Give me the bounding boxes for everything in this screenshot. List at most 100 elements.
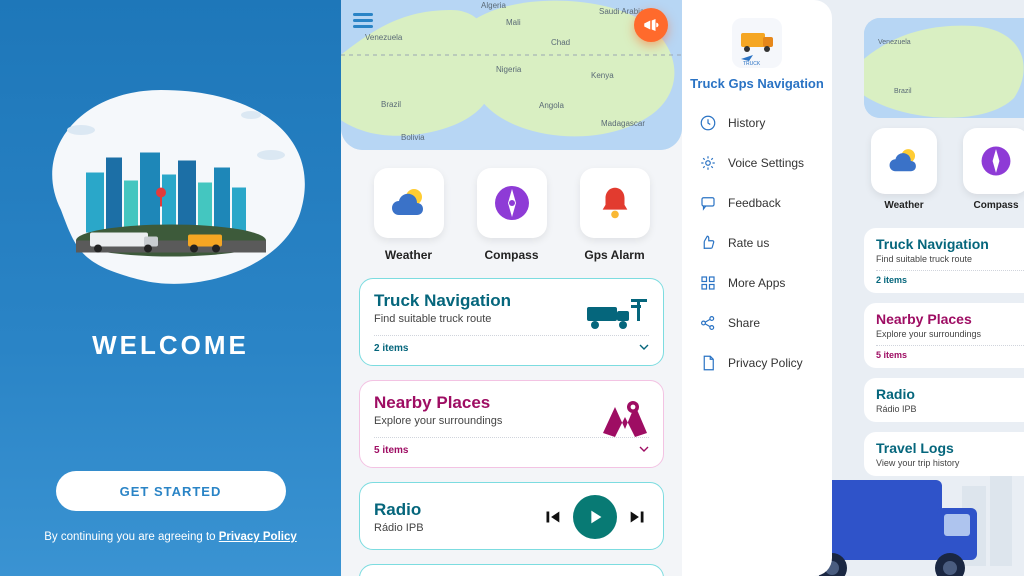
- app-logo: TRUCK: [732, 18, 782, 68]
- tile-label: Gps Alarm: [584, 248, 644, 262]
- drawer-item-rate-us[interactable]: Rate us: [682, 225, 832, 261]
- tile-label: Weather: [385, 248, 432, 262]
- feedback-icon: [698, 193, 718, 213]
- thumb-icon: [698, 233, 718, 253]
- notification-button[interactable]: [634, 8, 668, 42]
- clock-icon: [698, 113, 718, 133]
- drawer-item-privacy[interactable]: Privacy Policy: [682, 345, 832, 381]
- svg-text:Bolivia: Bolivia: [401, 133, 425, 142]
- svg-text:Venezuela: Venezuela: [878, 39, 911, 46]
- tile-compass[interactable]: Compass: [467, 168, 557, 262]
- drawer-label: Share: [728, 316, 760, 330]
- svg-text:TRUCK: TRUCK: [743, 61, 761, 65]
- svg-text:Brazil: Brazil: [381, 100, 401, 109]
- tile-label: Weather: [884, 200, 923, 211]
- tile-alarm[interactable]: Gps Alarm: [570, 168, 660, 262]
- svg-text:Brazil: Brazil: [894, 88, 912, 95]
- home-preview: Venezuela Brazil Weather Compass Truck Na…: [864, 18, 1024, 476]
- svg-text:Venezuela: Venezuela: [365, 33, 403, 42]
- tile-label: Compass: [973, 200, 1018, 211]
- card-truck-navigation[interactable]: Truck Navigation Find suitable truck rou…: [864, 228, 1024, 293]
- welcome-screen: WELCOME GET STARTED By continuing you ar…: [0, 0, 341, 576]
- megaphone-icon: [642, 16, 660, 34]
- doc-icon: [698, 353, 718, 373]
- card-subtitle: Rádio IPB: [374, 522, 531, 534]
- compass-icon: [963, 128, 1024, 194]
- app-name: Truck Gps Navigation: [690, 76, 824, 91]
- play-button[interactable]: [573, 495, 617, 539]
- card-subtitle: View your trip history: [876, 458, 1024, 468]
- terms-pre: By continuing you are agreeing to: [44, 531, 219, 543]
- card-subtitle: Find suitable truck route: [876, 254, 1024, 264]
- drawer-list: History Voice Settings Feedback Rate us …: [682, 105, 832, 381]
- svg-text:Kenya: Kenya: [591, 71, 614, 80]
- tile-row-preview: Weather Compass: [864, 128, 1024, 218]
- get-started-button[interactable]: GET STARTED: [56, 471, 286, 511]
- svg-text:Madagascar: Madagascar: [601, 119, 645, 128]
- share-icon: [698, 313, 718, 333]
- tile-label: Compass: [484, 248, 538, 262]
- card-travel-logs[interactable]: Travel Logs: [359, 564, 664, 576]
- items-count: 5 items: [374, 445, 408, 456]
- card-subtitle: Rádio IPB: [876, 404, 1024, 414]
- drawer-label: Privacy Policy: [728, 356, 803, 370]
- svg-text:Algeria: Algeria: [481, 1, 506, 10]
- svg-text:Mali: Mali: [506, 18, 521, 27]
- card-title: Radio: [876, 386, 1024, 402]
- map-pin-icon: [601, 399, 649, 444]
- terms-text: By continuing you are agreeing to Privac…: [44, 531, 297, 543]
- card-truck-navigation[interactable]: Truck Navigation Find suitable truck rou…: [359, 278, 664, 366]
- cards-preview: Truck Navigation Find suitable truck rou…: [864, 228, 1024, 476]
- card-title: Nearby Places: [876, 311, 1024, 327]
- menu-icon[interactable]: [353, 10, 373, 31]
- items-count: 5 items: [876, 345, 1024, 360]
- map-preview: Venezuela Brazil: [864, 18, 1024, 118]
- card-nearby-places[interactable]: Nearby Places Explore your surroundings …: [359, 380, 664, 468]
- card-title: Travel Logs: [876, 440, 1024, 456]
- gear-icon: [698, 153, 718, 173]
- tile-compass[interactable]: Compass: [956, 128, 1024, 218]
- alarm-icon: [580, 168, 650, 238]
- weather-icon: [871, 128, 937, 194]
- drawer-item-share[interactable]: Share: [682, 305, 832, 341]
- svg-text:Angola: Angola: [539, 101, 564, 110]
- next-button[interactable]: [627, 506, 649, 528]
- items-count: 2 items: [374, 343, 408, 354]
- truck-route-icon: [587, 297, 649, 338]
- chevron-down-icon: [639, 444, 649, 457]
- map-view[interactable]: Venezuela Brazil Bolivia Algeria Mali Ch…: [341, 0, 682, 150]
- card-title: Radio: [374, 500, 531, 520]
- drawer-label: More Apps: [728, 276, 785, 290]
- drawer-screen: TRUCK Truck Gps Navigation History Voice…: [682, 0, 1024, 576]
- drawer-label: Voice Settings: [728, 156, 804, 170]
- tile-weather[interactable]: Weather: [864, 128, 944, 218]
- weather-icon: [374, 168, 444, 238]
- drawer-item-feedback[interactable]: Feedback: [682, 185, 832, 221]
- drawer-label: Feedback: [728, 196, 781, 210]
- card-radio[interactable]: Radio Rádio IPB: [359, 482, 664, 550]
- drawer-label: Rate us: [728, 236, 769, 250]
- tile-row: Weather Compass Gps Alarm: [341, 168, 682, 262]
- drawer-label: History: [728, 116, 765, 130]
- svg-text:Nigeria: Nigeria: [496, 65, 522, 74]
- drawer-item-voice-settings[interactable]: Voice Settings: [682, 145, 832, 181]
- welcome-title: WELCOME: [92, 330, 249, 361]
- card-nearby-places[interactable]: Nearby Places Explore your surroundings …: [864, 303, 1024, 368]
- items-count: 2 items: [876, 270, 1024, 285]
- svg-text:Chad: Chad: [551, 38, 570, 47]
- navigation-drawer: TRUCK Truck Gps Navigation History Voice…: [682, 0, 832, 576]
- drawer-item-more-apps[interactable]: More Apps: [682, 265, 832, 301]
- drawer-item-history[interactable]: History: [682, 105, 832, 141]
- card-title: Truck Navigation: [876, 236, 1024, 252]
- cards-list: Truck Navigation Find suitable truck rou…: [341, 262, 682, 576]
- radio-controls: [541, 495, 649, 539]
- compass-icon: [477, 168, 547, 238]
- card-travel-logs[interactable]: Travel Logs View your trip history: [864, 432, 1024, 476]
- grid-icon: [698, 273, 718, 293]
- card-radio[interactable]: Radio Rádio IPB: [864, 378, 1024, 422]
- card-subtitle: Explore your surroundings: [876, 329, 1024, 339]
- prev-button[interactable]: [541, 506, 563, 528]
- welcome-illustration: [21, 60, 321, 310]
- tile-weather[interactable]: Weather: [364, 168, 454, 262]
- privacy-policy-link[interactable]: Privacy Policy: [219, 531, 297, 543]
